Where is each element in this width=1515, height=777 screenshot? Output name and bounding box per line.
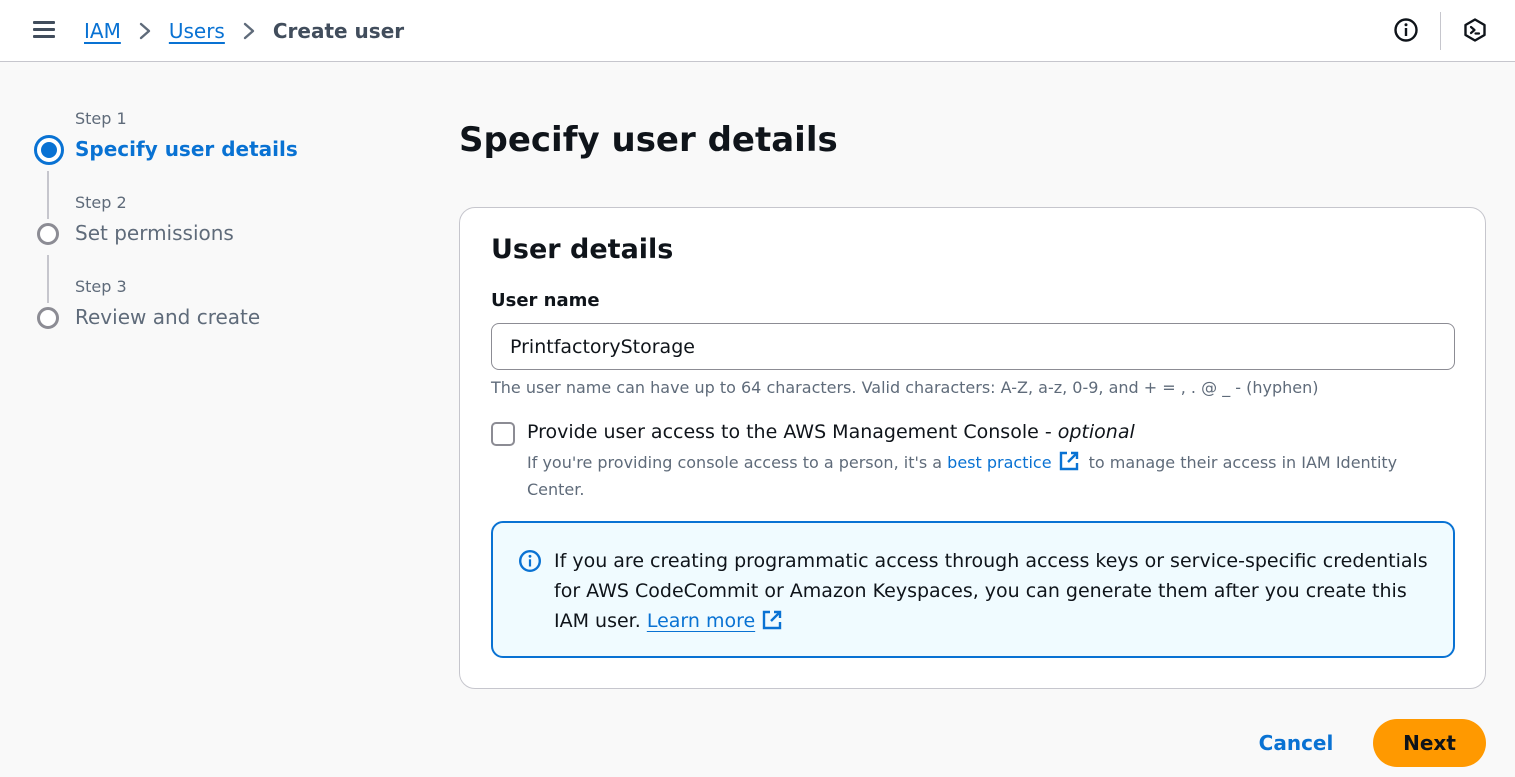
optional-label: optional xyxy=(1057,421,1135,443)
step-title: Review and create xyxy=(75,305,261,329)
console-access-label[interactable]: Provide user access to the AWS Managemen… xyxy=(527,421,1135,443)
top-navigation-bar: IAM Users Create user xyxy=(0,0,1515,62)
next-button[interactable]: Next xyxy=(1373,719,1486,767)
info-icon[interactable] xyxy=(1393,17,1419,43)
external-link-icon[interactable] xyxy=(761,609,783,640)
step-connector xyxy=(47,171,49,219)
info-alert: If you are creating programmatic access … xyxy=(491,521,1455,658)
description-text: If you're providing console access to a … xyxy=(527,453,948,472)
breadcrumb-current: Create user xyxy=(272,19,405,43)
chevron-right-icon xyxy=(139,22,151,40)
chevron-right-icon xyxy=(243,22,255,40)
page-title: Specify user details xyxy=(459,120,838,160)
breadcrumb-iam[interactable]: IAM xyxy=(84,19,121,43)
step-active-indicator-icon xyxy=(34,135,64,165)
console-access-checkbox[interactable] xyxy=(491,422,515,446)
header-divider xyxy=(1440,12,1441,50)
cancel-button[interactable]: Cancel xyxy=(1253,722,1339,764)
console-access-description: If you're providing console access to a … xyxy=(527,450,1427,501)
step-connector xyxy=(47,255,49,303)
step-indicator-icon xyxy=(37,223,59,245)
learn-more-link[interactable]: Learn more xyxy=(647,610,755,632)
menu-icon[interactable] xyxy=(33,21,55,39)
external-link-icon[interactable] xyxy=(1058,450,1080,478)
cloudshell-icon[interactable] xyxy=(1462,17,1488,43)
breadcrumb: IAM Users Create user xyxy=(84,16,404,46)
info-icon xyxy=(518,549,542,573)
step-title: Set permissions xyxy=(75,221,234,245)
user-name-input[interactable] xyxy=(491,323,1455,370)
user-details-container: User details User name The user name can… xyxy=(459,207,1486,689)
step-number: Step 1 xyxy=(75,109,127,128)
best-practice-link[interactable]: best practice xyxy=(947,453,1051,472)
step-indicator-icon xyxy=(37,307,59,329)
step-title[interactable]: Specify user details xyxy=(75,137,298,161)
user-name-label: User name xyxy=(491,290,600,311)
user-name-constraint-text: The user name can have up to 64 characte… xyxy=(491,378,1319,397)
step-number: Step 3 xyxy=(75,277,127,296)
section-title: User details xyxy=(491,234,674,265)
breadcrumb-users[interactable]: Users xyxy=(169,19,225,43)
console-access-label-text: Provide user access to the AWS Managemen… xyxy=(527,421,1058,443)
alert-message: If you are creating programmatic access … xyxy=(554,546,1434,640)
step-number: Step 2 xyxy=(75,193,127,212)
